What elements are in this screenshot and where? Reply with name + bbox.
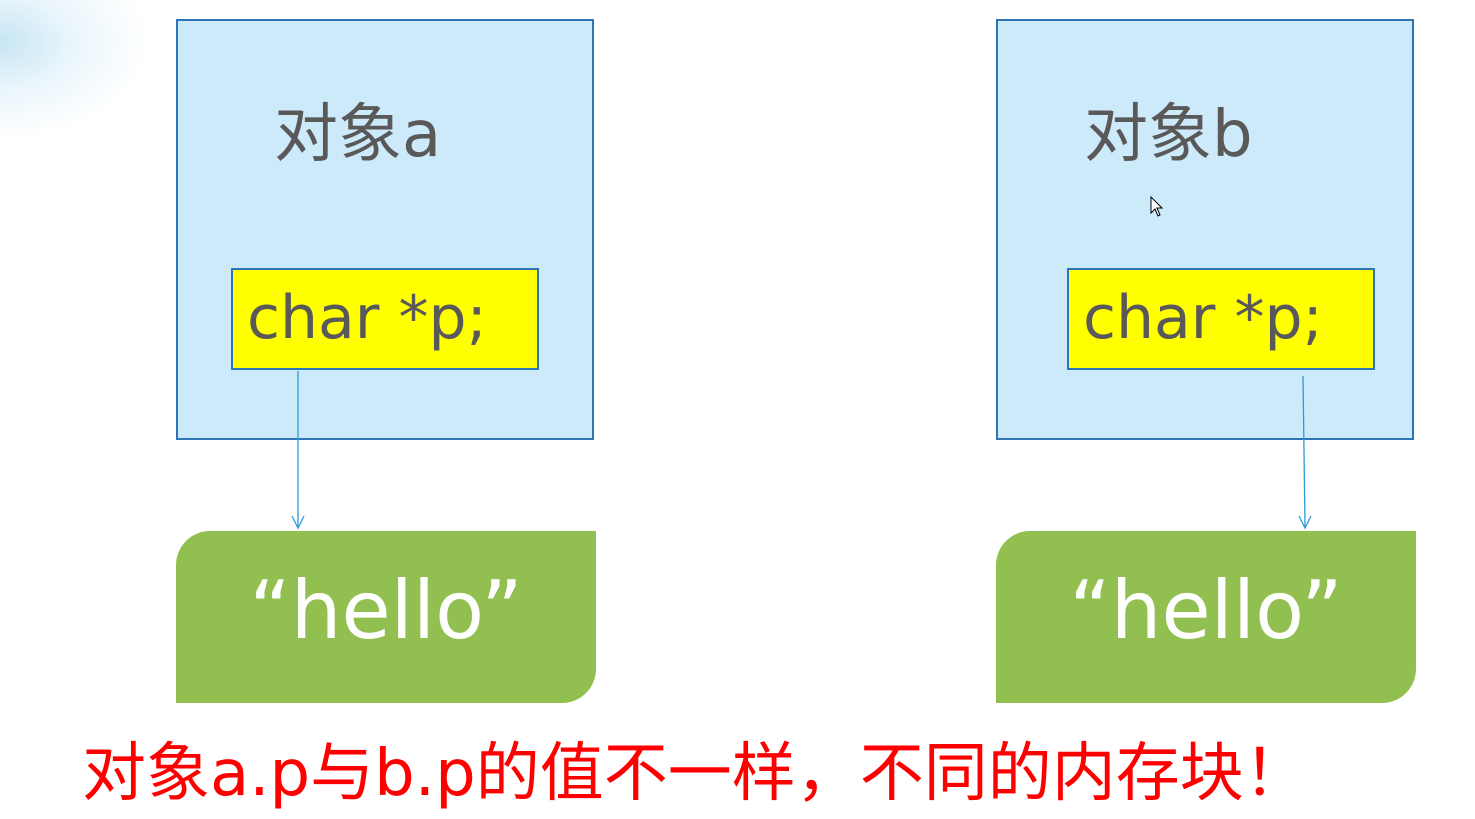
caption-text: 对象a.p与b.p的值不一样，不同的内存块！ (82, 737, 1308, 811)
pointer-arrows (291, 371, 1312, 530)
slide: 对象a char *p; “hello” 对象b char *p; “hello… (0, 0, 1475, 819)
arrow-a (291, 371, 305, 530)
mouse-cursor-icon (1150, 196, 1164, 217)
arrow-b (1298, 375, 1312, 530)
